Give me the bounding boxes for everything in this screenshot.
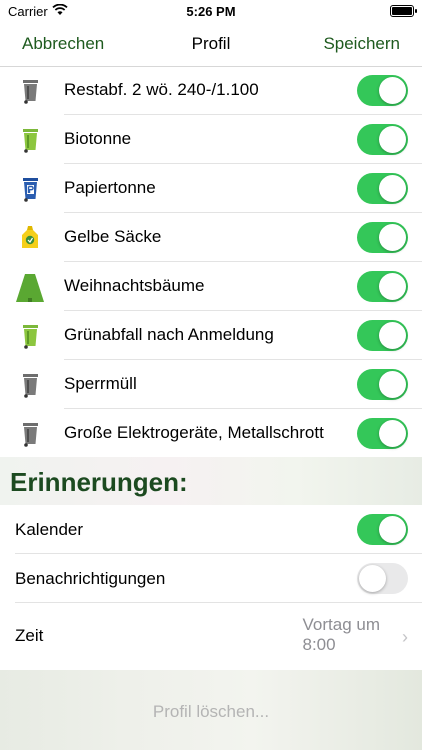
waste-type-row: Große Elektrogeräte, Metallschrott xyxy=(0,409,422,458)
calendar-row: Kalender xyxy=(0,505,422,554)
paper-bin-icon xyxy=(23,178,38,202)
waste-type-toggle[interactable] xyxy=(357,418,408,449)
waste-type-row: Grünabfall nach Anmeldung xyxy=(0,311,422,360)
reminders-title: Erinnerungen: xyxy=(10,467,188,497)
time-value-line2: 8:00 xyxy=(302,635,336,654)
gray-bin-icon xyxy=(23,423,38,447)
waste-type-toggle[interactable] xyxy=(357,75,408,106)
waste-type-toggle[interactable] xyxy=(357,369,408,400)
reminders-section-header: Erinnerungen: xyxy=(0,457,422,505)
waste-type-label: Große Elektrogeräte, Metallschrott xyxy=(64,423,324,442)
waste-type-label: Gelbe Säcke xyxy=(64,227,162,246)
calendar-label: Kalender xyxy=(15,520,84,539)
waste-type-toggle[interactable] xyxy=(357,124,408,155)
green-bin-icon xyxy=(23,129,38,153)
waste-type-row: Restabf. 2 wö. 240-/1.100 xyxy=(0,66,422,115)
notifications-label: Benachrichtigungen xyxy=(15,569,166,588)
navigation-bar: Abbrechen Profil Speichern xyxy=(0,22,422,67)
waste-type-label: Grünabfall nach Anmeldung xyxy=(64,325,274,344)
waste-type-toggle[interactable] xyxy=(357,320,408,351)
waste-type-row: Biotonne xyxy=(0,115,422,164)
status-bar: Carrier 5:26 PM xyxy=(0,0,422,22)
waste-type-label: Biotonne xyxy=(64,129,132,148)
notifications-toggle[interactable] xyxy=(357,563,408,594)
yellow-bag-icon xyxy=(22,226,38,248)
time-label: Zeit xyxy=(15,626,44,645)
time-row[interactable]: Zeit Vortag um 8:00 › xyxy=(0,603,422,670)
footer: Profil löschen... xyxy=(0,670,422,750)
save-button[interactable]: Speichern xyxy=(323,34,400,54)
calendar-toggle[interactable] xyxy=(357,514,408,545)
chevron-right-icon: › xyxy=(402,627,408,647)
gray-bin-icon xyxy=(23,80,38,104)
green-bin-icon xyxy=(23,325,38,349)
battery-icon xyxy=(390,5,417,17)
waste-type-toggle[interactable] xyxy=(357,222,408,253)
reminder-settings: Kalender Benachrichtigungen Zeit Vortag … xyxy=(0,505,422,670)
waste-type-row: Sperrmüll xyxy=(0,360,422,409)
time-value-line1: Vortag um xyxy=(302,615,381,634)
waste-type-toggle[interactable] xyxy=(357,271,408,302)
waste-type-row: Papiertonne xyxy=(0,164,422,213)
waste-type-label: Weihnachtsbäume xyxy=(64,276,205,295)
time-value: Vortag um 8:00 xyxy=(303,615,381,655)
waste-type-row: Weihnachtsbäume xyxy=(0,262,422,311)
christmas-tree-icon xyxy=(16,274,44,302)
waste-type-label: Restabf. 2 wö. 240-/1.100 xyxy=(64,80,259,99)
waste-type-label: Papiertonne xyxy=(64,178,156,197)
gray-bin-icon xyxy=(23,374,38,398)
waste-type-label: Sperrmüll xyxy=(64,374,137,393)
waste-type-list: Restabf. 2 wö. 240-/1.100 Biotonne Papie… xyxy=(0,66,422,458)
delete-profile-button[interactable]: Profil löschen... xyxy=(0,702,422,722)
waste-type-row: Gelbe Säcke xyxy=(0,213,422,262)
waste-type-toggle[interactable] xyxy=(357,173,408,204)
notifications-row: Benachrichtigungen xyxy=(0,554,422,603)
status-time: 5:26 PM xyxy=(186,4,236,19)
